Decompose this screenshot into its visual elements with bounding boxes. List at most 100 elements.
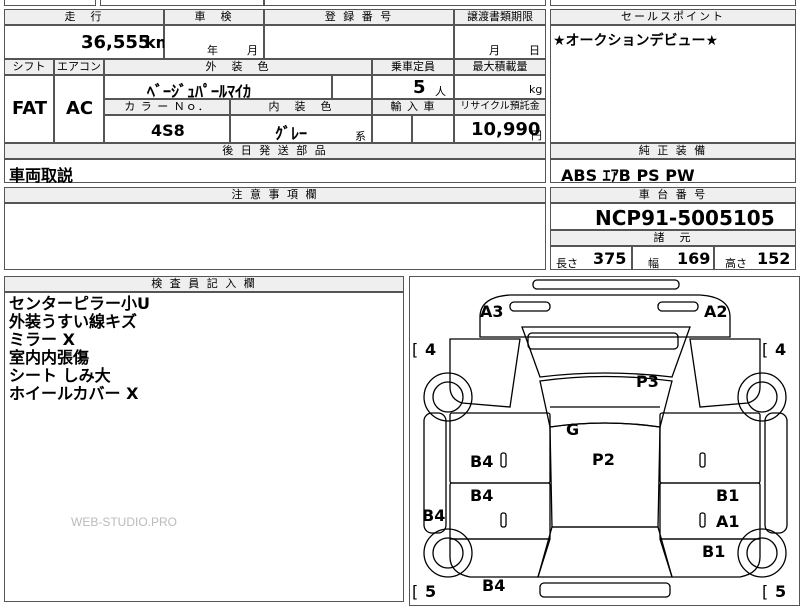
transfer-day-unit: 日 [529,44,540,57]
rear-left-quarter [449,538,551,578]
mileage-cell: 36,555 km [4,25,172,59]
top-strip-cell-1 [4,0,96,6]
registration-header: 登 録 番 号 [264,9,454,25]
wheel-rear-right [737,528,787,578]
inspector-notes: センターピラー小U 外装うすい線キズ ミラー X 室内内張傷 シート しみ大 ホ… [9,295,150,403]
front-left-fender [449,338,521,408]
interior-color-value: ｸﾞﾚｰ [275,124,308,143]
shaken-year-unit: 年 [207,44,218,57]
shift-value: FAT [12,98,48,119]
headlight-right [657,301,699,312]
tire-rl-value: 5 [425,582,436,601]
mileage-value: 36,555 [81,32,151,53]
inspector-note: 室内内張傷 [9,348,90,367]
color-no-value: 4S8 [151,121,185,140]
wheel-front-right [737,372,787,422]
specs-height-value: 152 [757,249,791,268]
bracket-fl: [ [412,340,418,359]
color-no-cell: 4S8 [104,115,230,143]
sales-point-text: ★オークションデビュー★ [553,33,719,49]
transfer-deadline-cell: 月 日 [454,25,546,59]
max-load-unit: kg [529,83,543,96]
inspector-cell: センターピラー小U 外装うすい線キズ ミラー X 室内内張傷 シート しみ大 ホ… [4,292,404,602]
label-p3: P3 [636,372,659,391]
wheel-rear-left-inner [432,537,464,569]
registration-cell [264,25,454,59]
inspector-note: シート しみ大 [9,366,111,385]
front-bumper [532,279,680,290]
transfer-month-unit: 月 [489,44,500,57]
capacity-value: 5 [413,77,426,98]
headlight-left [509,301,551,312]
max-load-cell: kg [454,75,546,99]
top-strip-cell-2 [100,0,264,6]
specs-width-value: 169 [677,249,711,268]
rear-left-door [449,482,551,540]
cowl [527,332,679,350]
label-b4-left-top: B4 [470,452,493,471]
equipment-value: ABS ｴｱB PS PW [561,166,695,185]
handle-fr [699,452,706,468]
right-sill [764,412,788,534]
bracket-rl: [ [412,582,418,601]
inspector-note: センターピラー小U [9,294,150,313]
exterior-color-cell: ﾍﾞｰｼﾞｭﾊﾟｰﾙﾏｲｶ [104,75,332,101]
label-p2: P2 [592,450,615,469]
specs-width-label: 幅 [648,257,659,270]
interior-color-cell: ｸﾞﾚｰ 系 [230,115,372,143]
car-diagram-panel: A3 A2 P3 G P2 B4 B4 B4 B4 B1 A1 B1 [ 4 [… [409,276,800,606]
later-parts-header: 後 日 発 送 部 品 [4,143,546,159]
specs-length-value: 375 [593,249,627,268]
bracket-fr: [ [762,340,768,359]
shaken-month-unit: 月 [247,44,258,57]
recycle-unit: 円 [531,129,542,142]
top-strip-cell-4 [550,0,796,6]
shift-cell: FAT [4,75,54,143]
label-a1: A1 [716,512,740,531]
label-a2: A2 [704,302,728,321]
shaken-header: 車 検 [164,9,264,25]
sales-point-cell: ★オークションデビュー★ [550,25,796,143]
recycle-header: リサイクル預託金 [454,99,546,115]
inspector-header: 検 査 員 記 入 欄 [4,276,404,292]
handle-rr [699,512,706,528]
later-parts-value: 車両取説 [9,166,74,185]
wheel-front-left-inner [432,381,464,413]
label-g: G [566,420,579,439]
interior-color-suffix: 系 [355,130,366,143]
wheel-front-right-inner [746,381,778,413]
later-parts-cell: 車両取説 [4,159,546,185]
recycle-cell: 10,990 円 [454,115,546,143]
label-b1-right-top: B1 [716,486,739,505]
equipment-header: 純 正 装 備 [550,143,796,159]
exterior-color-extra-cell [332,75,372,99]
car-diagram: A3 A2 P3 G P2 B4 B4 B4 B4 B1 A1 B1 [ 4 [… [412,279,788,601]
specs-length-label: 長さ [556,257,578,270]
wheel-rear-left [423,528,473,578]
chassis-value: NCP91-5005105 [595,206,775,230]
handle-fl [500,452,507,468]
front-right-door [659,412,761,484]
wheel-front-left [423,372,473,422]
specs-length-cell: 長さ 375 [550,246,632,270]
aircon-cell: AC [54,75,104,143]
specs-height-cell: 高さ 152 [714,246,796,270]
rear-window [537,526,673,578]
inspector-note: 外装うすい線キズ [9,312,138,331]
chassis-header: 車 台 番 号 [550,187,796,203]
shaken-cell: 年 月 [164,25,264,59]
label-b1-right-bottom: B1 [702,542,725,561]
hood-outline [479,294,731,338]
inspector-note: ホイールカバー X [9,384,139,403]
mileage-header: 走 行 [4,9,164,25]
rear-bumper [539,582,671,598]
import-header: 輸 入 車 [372,99,454,115]
capacity-cell: 5 人 [372,75,454,99]
front-right-fender [689,338,761,408]
interior-color-header: 内 装 色 [230,99,372,115]
specs-header: 諸 元 [550,230,796,246]
import-cell-right [412,115,454,143]
exterior-color-header: 外 装 色 [104,59,372,75]
watermark: WEB-STUDIO.PRO [71,515,178,529]
tire-fr-value: 4 [775,340,786,359]
